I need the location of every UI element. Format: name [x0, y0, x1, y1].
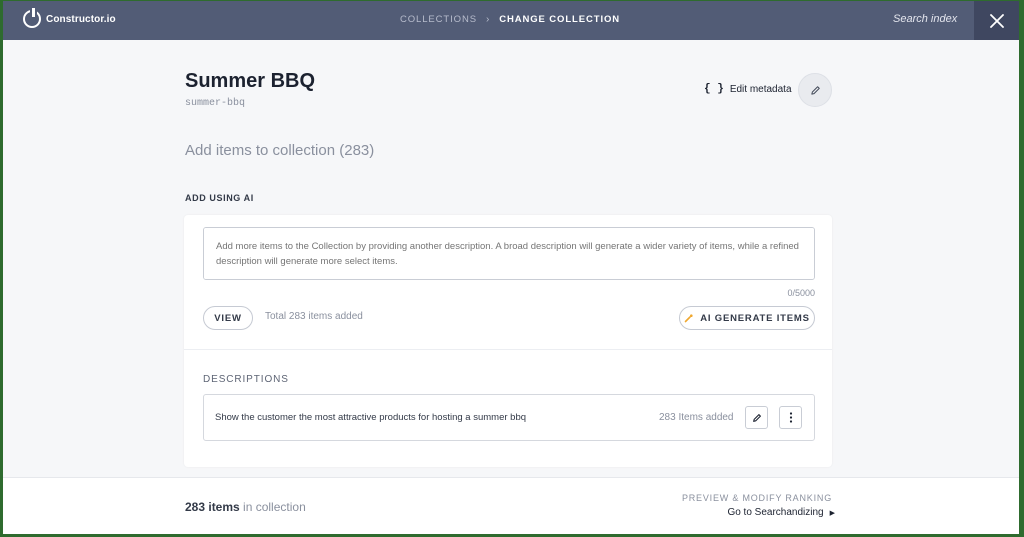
brand-name: Constructor.io: [46, 13, 116, 25]
edit-metadata-link[interactable]: { } Edit metadata: [704, 83, 792, 95]
collection-item-count: 283 items in collection: [185, 500, 306, 514]
close-icon: [989, 13, 1004, 28]
item-count-suffix: in collection: [239, 500, 306, 514]
description-input[interactable]: [203, 227, 815, 280]
more-vertical-icon: [789, 412, 792, 423]
magic-wand-icon: [684, 314, 693, 323]
ai-card: 0/5000 VIEW Total 283 items added AI GEN…: [184, 215, 832, 467]
brand-logo[interactable]: Constructor.io: [23, 8, 116, 28]
edit-metadata-label: Edit metadata: [729, 83, 792, 95]
main-content: Summer BBQ summer-bbq { } Edit metadata …: [3, 40, 1019, 534]
collection-slug: summer-bbq: [185, 98, 246, 109]
edit-collection-button[interactable]: [798, 73, 832, 107]
description-text: Show the customer the most attractive pr…: [215, 412, 527, 423]
item-count-number: 283 items: [185, 500, 240, 514]
app-window: Constructor.io COLLECTIONS › CHANGE COLL…: [3, 1, 1019, 534]
add-using-ai-label: ADD USING AI: [185, 193, 254, 203]
go-to-searchandizing-link[interactable]: Go to Searchandizing ▶: [727, 507, 835, 518]
total-items-text: Total 283 items added: [265, 311, 363, 322]
add-items-heading: Add items to collection (283): [185, 142, 375, 159]
pencil-icon: [752, 413, 761, 422]
divider: [184, 349, 832, 350]
caret-right-icon: ▶: [829, 509, 835, 517]
breadcrumb-collections[interactable]: COLLECTIONS: [400, 14, 477, 25]
search-index-link[interactable]: Search index: [893, 13, 957, 25]
go-to-searchandizing-label: Go to Searchandizing: [727, 507, 824, 518]
close-button[interactable]: [974, 1, 1019, 40]
description-row: Show the customer the most attractive pr…: [203, 394, 815, 441]
description-items-count: 283 Items added: [659, 412, 734, 423]
top-bar: Constructor.io COLLECTIONS › CHANGE COLL…: [3, 1, 1019, 40]
more-options-button[interactable]: [779, 406, 802, 429]
breadcrumb-separator-icon: ›: [485, 14, 491, 25]
ai-generate-button[interactable]: AI GENERATE ITEMS: [679, 306, 815, 330]
preview-ranking-label: PREVIEW & MODIFY RANKING: [681, 493, 832, 503]
breadcrumb-current: CHANGE COLLECTION: [499, 14, 621, 25]
descriptions-label: DESCRIPTIONS: [203, 374, 289, 385]
code-braces-icon: { }: [704, 83, 724, 95]
pencil-icon: [810, 85, 820, 95]
view-button[interactable]: VIEW: [203, 306, 253, 330]
character-counter: 0/5000: [787, 288, 815, 298]
edit-description-button[interactable]: [745, 406, 768, 429]
collection-title: Summer BBQ: [185, 70, 316, 92]
power-icon: [23, 8, 41, 28]
breadcrumb: COLLECTIONS › CHANGE COLLECTION: [400, 14, 620, 25]
ai-generate-label: AI GENERATE ITEMS: [700, 312, 810, 324]
footer-bar: 283 items in collection PREVIEW & MODIFY…: [3, 477, 1019, 534]
